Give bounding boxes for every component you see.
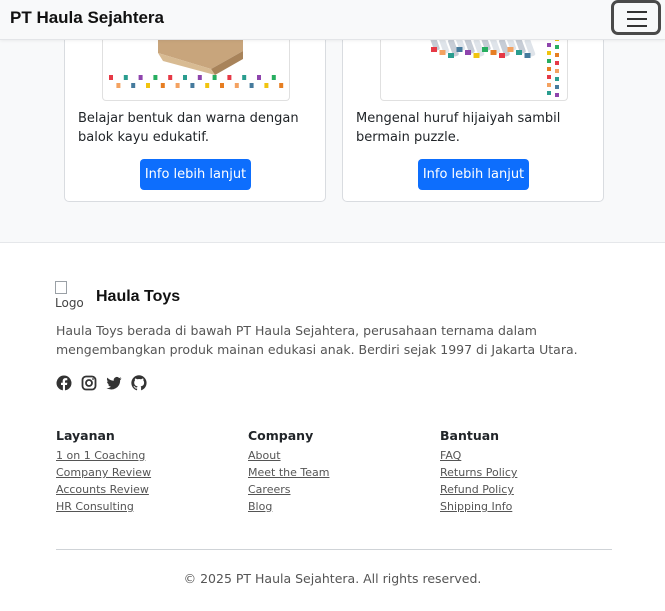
- product-description: Belajar bentuk dan warna dengan balok ka…: [78, 111, 299, 145]
- footer-link[interactable]: HR Consulting: [56, 498, 236, 515]
- footer-logo: Logo: [55, 281, 84, 311]
- footer-column-bantuan: Bantuan FAQ Returns Policy Refund Policy…: [440, 428, 620, 515]
- instagram-icon[interactable]: [81, 375, 97, 391]
- footer-description: Haula Toys berada di bawah PT Haula Seja…: [56, 323, 578, 357]
- info-button[interactable]: Info lebih lanjut: [418, 159, 529, 190]
- logo-alt-text: Logo: [55, 296, 84, 310]
- footer-link[interactable]: Returns Policy: [440, 464, 620, 481]
- footer-column-company: Company About Meet the Team Careers Blog: [248, 428, 428, 515]
- column-heading: Company: [248, 428, 314, 443]
- footer-link[interactable]: Refund Policy: [440, 481, 620, 498]
- navbar-brand[interactable]: PT Haula Sejahtera: [10, 8, 164, 28]
- product-card: Belajar bentuk dan warna dengan balok ka…: [64, 30, 326, 202]
- facebook-icon[interactable]: [56, 375, 72, 391]
- footer-link[interactable]: Meet the Team: [248, 464, 428, 481]
- footer: Logo Haula Toys Haula Toys berada di baw…: [0, 242, 665, 611]
- column-heading: Bantuan: [440, 428, 500, 443]
- product-description: Mengenal huruf hijaiyah sambil bermain p…: [356, 111, 561, 145]
- navbar-toggle-button[interactable]: [611, 0, 661, 35]
- product-image: [380, 31, 568, 101]
- broken-image-icon: [55, 281, 67, 294]
- twitter-icon[interactable]: [106, 375, 122, 391]
- footer-link[interactable]: FAQ: [440, 447, 620, 464]
- footer-divider: [56, 549, 612, 550]
- product-card: Mengenal huruf hijaiyah sambil bermain p…: [342, 30, 604, 202]
- footer-link[interactable]: Company Review: [56, 464, 236, 481]
- info-button[interactable]: Info lebih lanjut: [140, 159, 251, 190]
- navbar: PT Haula Sejahtera: [0, 0, 665, 40]
- footer-title: Haula Toys: [96, 288, 181, 305]
- footer-link[interactable]: Blog: [248, 498, 428, 515]
- products-section: Belajar bentuk dan warna dengan balok ka…: [0, 30, 665, 242]
- footer-link[interactable]: 1 on 1 Coaching: [56, 447, 236, 464]
- footer-link[interactable]: Careers: [248, 481, 428, 498]
- footer-link[interactable]: Accounts Review: [56, 481, 236, 498]
- product-image: [102, 31, 290, 101]
- copyright-text: © 2025 PT Haula Sejahtera. All rights re…: [183, 571, 482, 586]
- footer-link[interactable]: Shipping Info: [440, 498, 620, 515]
- github-icon[interactable]: [131, 375, 147, 391]
- social-links: [56, 375, 147, 391]
- footer-link[interactable]: About: [248, 447, 428, 464]
- footer-column-layanan: Layanan 1 on 1 Coaching Company Review A…: [56, 428, 236, 515]
- column-heading: Layanan: [56, 428, 115, 443]
